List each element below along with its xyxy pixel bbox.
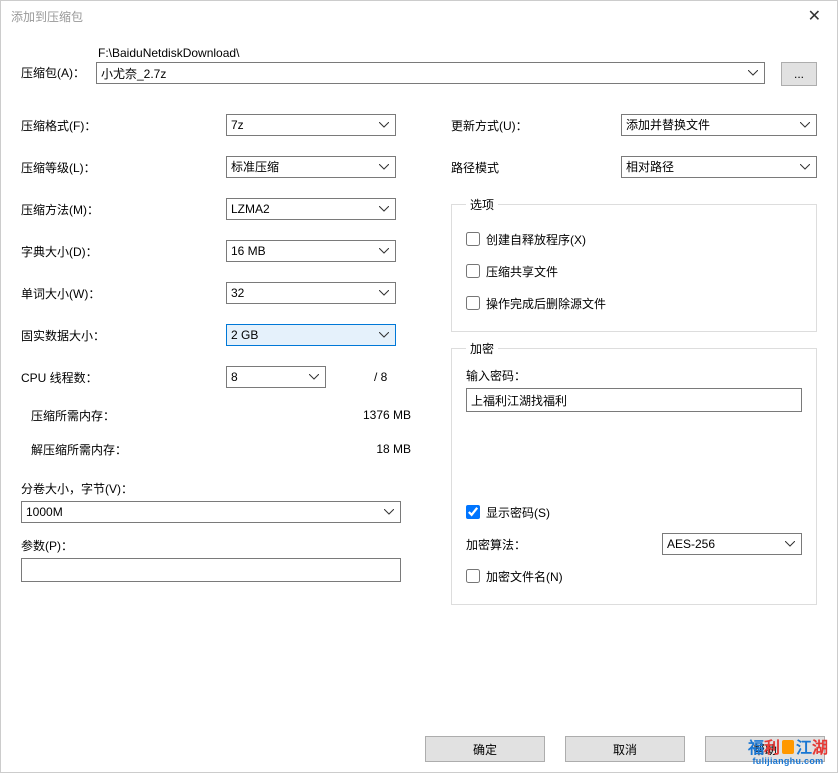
dict-select[interactable]: 16 MB [226, 240, 396, 262]
solid-label: 固实数据大小： [21, 327, 226, 344]
options-legend: 选项 [466, 196, 498, 213]
threads-select[interactable]: 8 [226, 366, 326, 388]
show-password-checkbox[interactable] [466, 505, 480, 519]
password-input[interactable] [466, 388, 802, 412]
threads-max: / 8 [374, 370, 387, 384]
help-button[interactable]: 帮助 [705, 736, 825, 762]
word-select[interactable]: 32 [226, 282, 396, 304]
method-label: 压缩方法(M)： [21, 201, 226, 218]
encrypt-names-label[interactable]: 加密文件名(N) [486, 568, 563, 585]
browse-button[interactable]: ... [781, 62, 817, 86]
titlebar: 添加到压缩包 ✕ [1, 1, 837, 31]
content-area: 压缩包(A)： F:\BaiduNetdiskDownload\ ... 压缩格… [1, 31, 837, 728]
delete-checkbox[interactable] [466, 296, 480, 310]
level-select[interactable]: 标准压缩 [226, 156, 396, 178]
footer: 确定 取消 帮助 [1, 728, 837, 772]
method-select[interactable]: LZMA2 [226, 198, 396, 220]
archive-filename-input[interactable] [96, 62, 765, 84]
pathmode-label: 路径模式 [451, 159, 621, 176]
sfx-checkbox[interactable] [466, 232, 480, 246]
params-input[interactable] [21, 558, 401, 582]
mem-decompress-value: 18 MB [376, 442, 421, 456]
archive-label: 压缩包(A)： [21, 46, 96, 81]
solid-select[interactable]: 2 GB [226, 324, 396, 346]
split-label: 分卷大小，字节(V)： [21, 480, 421, 497]
dialog-window: 添加到压缩包 ✕ 压缩包(A)： F:\BaiduNetdiskDownload… [0, 0, 838, 773]
encrypt-fieldset: 加密 输入密码： 显示密码(S) 加密算法： AES-256 加密文件名(N) [451, 340, 817, 605]
threads-label: CPU 线程数： [21, 369, 226, 386]
format-select[interactable]: 7z [226, 114, 396, 136]
split-select[interactable] [21, 501, 401, 523]
password-label: 输入密码： [466, 367, 802, 384]
mem-compress-value: 1376 MB [363, 408, 421, 422]
close-icon[interactable]: ✕ [802, 6, 827, 26]
archive-path-wrap: F:\BaiduNetdiskDownload\ [96, 46, 765, 84]
ok-button[interactable]: 确定 [425, 736, 545, 762]
mem-decompress-label: 解压缩所需内存： [21, 441, 376, 458]
format-label: 压缩格式(F)： [21, 117, 226, 134]
encrypt-names-checkbox[interactable] [466, 569, 480, 583]
shared-label[interactable]: 压缩共享文件 [486, 263, 558, 280]
algo-select[interactable]: AES-256 [662, 533, 802, 555]
update-select[interactable]: 添加并替换文件 [621, 114, 817, 136]
show-password-label[interactable]: 显示密码(S) [486, 504, 550, 521]
delete-label[interactable]: 操作完成后删除源文件 [486, 295, 606, 312]
mem-compress-label: 压缩所需内存： [21, 407, 363, 424]
archive-row: 压缩包(A)： F:\BaiduNetdiskDownload\ ... [21, 46, 817, 86]
window-title: 添加到压缩包 [11, 8, 802, 25]
params-label: 参数(P)： [21, 537, 421, 554]
left-column: 压缩格式(F)： 7z 压缩等级(L)： 标准压缩 压缩方法(M)： LZMA2… [21, 104, 421, 605]
level-label: 压缩等级(L)： [21, 159, 226, 176]
dict-label: 字典大小(D)： [21, 243, 226, 260]
pathmode-select[interactable]: 相对路径 [621, 156, 817, 178]
cancel-button[interactable]: 取消 [565, 736, 685, 762]
word-label: 单词大小(W)： [21, 285, 226, 302]
update-label: 更新方式(U)： [451, 117, 621, 134]
archive-path-text: F:\BaiduNetdiskDownload\ [96, 46, 765, 60]
right-column: 更新方式(U)： 添加并替换文件 路径模式 相对路径 选项 创建自释放程序(X) [451, 104, 817, 605]
shared-checkbox[interactable] [466, 264, 480, 278]
algo-label: 加密算法： [466, 536, 662, 553]
main-grid: 压缩格式(F)： 7z 压缩等级(L)： 标准压缩 压缩方法(M)： LZMA2… [21, 104, 817, 605]
options-fieldset: 选项 创建自释放程序(X) 压缩共享文件 操作完成后删除源文件 [451, 196, 817, 332]
encrypt-legend: 加密 [466, 340, 498, 357]
sfx-label[interactable]: 创建自释放程序(X) [486, 231, 586, 248]
